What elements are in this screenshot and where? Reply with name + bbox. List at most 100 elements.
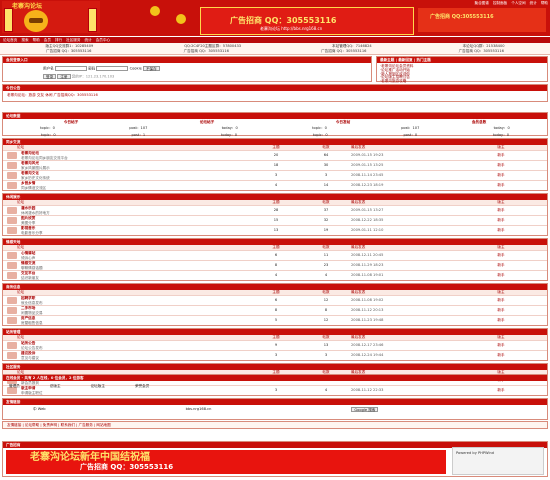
forum-row[interactable]: 影视音乐 电影音乐分享 13 19 2009-01-11 12:10 新手	[3, 225, 547, 235]
announcement-text[interactable]: 老寨沟论坛：旅游 交友 休闲 广告招商QQ：305553116	[3, 91, 547, 99]
forum-desc: 倾诉心声	[21, 255, 36, 260]
forum-icon	[7, 272, 17, 279]
topnav-link[interactable]: 聚合图谱	[475, 1, 489, 6]
moderator[interactable]: 新手	[471, 353, 531, 357]
contact-text: 广告招商 QQ：305553116	[183, 49, 229, 53]
forum-row[interactable]: 老寨沟风光 家乡风景图片展示 18 30 2009-01-15 13:25 新手	[3, 160, 547, 170]
forum-row[interactable]: 灌水乐园 休闲灌水的好地方 28 37 2009-01-15 13:27 新手	[3, 205, 547, 215]
last-post[interactable]: 2008-11-29 18:23	[351, 263, 471, 267]
forum-desc: 家乡历史文化传统	[21, 175, 50, 180]
forum-icon	[7, 207, 17, 214]
moderator[interactable]: 新手	[471, 318, 531, 322]
password-input[interactable]	[96, 66, 129, 71]
topics-box: 最新主题 | 最新回复 | 热门主题 ·老寨沟论坛会员资料 ·论坛推广活动开始 …	[376, 56, 548, 83]
col-topics: 主题	[272, 245, 280, 249]
col-last: 最后发表	[351, 245, 366, 249]
forum-row[interactable]: 二手市场 闲置物品交易 8 8 2008-11-12 20:13 新手	[3, 305, 547, 315]
forum-row[interactable]: 心情驿站 倾诉心声 6 11 2008-12-11 20:45 新手	[3, 250, 547, 260]
link-item[interactable]: 中 Web	[33, 407, 46, 412]
forum-desc: 电影音乐分享	[21, 230, 43, 235]
last-post[interactable]: 2008-11-12 20:13	[351, 308, 471, 312]
contact-bar: 版主QQ交流群1：10285409 QQ:2C4F20主题区群：57800433…	[0, 43, 550, 55]
moderator[interactable]: 新手	[471, 273, 531, 277]
forum-desc: 闲置物品交易	[21, 310, 43, 315]
powered-badge[interactable]: Powered by PHPWind	[452, 447, 544, 475]
contact-row: 广告招商 QQ：305553116 广告招商 QQ：305553116 广告招商…	[0, 49, 550, 53]
last-post[interactable]: 2009-01-11 12:10	[351, 228, 471, 232]
forum-row[interactable]: 房产信息 房屋租售信息 5 12 2008-11-23 19:48 新手	[3, 315, 547, 325]
topnav-link[interactable]: 控制面板	[493, 1, 507, 6]
forum-row[interactable]: 乡音乡情 同乡情谊交流区 4 14 2008-12-23 18:19 新手	[3, 180, 547, 190]
last-post[interactable]: 2009-01-15 13:27	[351, 208, 471, 212]
forum-row[interactable]: 站务公告 论坛公告发布 9 13 2008-12-17 23:46 新手	[3, 340, 547, 350]
forum-row[interactable]: 老寨沟文化 家乡历史文化传统 3 3 2008-11-14 23:45 新手	[3, 170, 547, 180]
stats-value: topic：0	[312, 132, 328, 137]
moderator[interactable]: 新手	[471, 298, 531, 302]
last-post[interactable]: 2008-12-17 23:46	[351, 343, 471, 347]
last-post[interactable]: 2008-11-08 19:01	[351, 273, 471, 277]
forum-row[interactable]: 交友平台 结识新朋友 4 4 2008-11-08 19:01 新手	[3, 270, 547, 280]
topic-count: 18	[273, 163, 279, 168]
forum-icon	[7, 152, 17, 159]
top-ad-text: 广告招商 QQ：305553116	[230, 16, 337, 25]
cookie-select[interactable]: 不保存	[142, 66, 160, 71]
stats-box: 论坛数据 今日帖子 论坛帖子 今日发帖 会员总数 topic：0 post：10…	[2, 112, 548, 137]
last-post[interactable]: 2009-01-15 13:25	[351, 163, 471, 167]
forum-category: 同乡交流 论坛 主题 帖数 最后发表 版主 老寨沟论坛 老寨沟论坛同乡朋友交流平台 20 64 20…	[2, 138, 548, 191]
stats-value: today：0	[221, 126, 238, 131]
last-post[interactable]: 2008-12-23 18:19	[351, 183, 471, 187]
col-mod: 版主	[497, 245, 505, 249]
moderator[interactable]: 新手	[471, 228, 531, 232]
last-post[interactable]: 2009-01-15 19:23	[351, 153, 471, 157]
forum-row[interactable]: 图片欣赏 美图分享 15 32 2008-12-22 18:35 新手	[3, 215, 547, 225]
moderator[interactable]: 新手	[471, 308, 531, 312]
stats-value: topic：0	[312, 126, 327, 131]
forum-row[interactable]: 情感交流 聊聊情感话题 8 23 2008-11-29 18:23 新手	[3, 260, 547, 270]
forum-row[interactable]: 建议投诉 意见与建议 3 3 2008-12-24 19:44 新手	[3, 350, 547, 360]
announcement-box: 今日公告 老寨沟论坛：旅游 交友 休闲 广告招商QQ：305553116	[2, 84, 548, 102]
link-item[interactable]: bbs.nrg168.cn	[186, 407, 212, 412]
moderator[interactable]: 新手	[471, 173, 531, 177]
topnav-link[interactable]: 个人空间	[511, 1, 525, 6]
forum-row[interactable]: 招聘求职 就业信息发布 6 12 2008-11-08 19:02 新手	[3, 295, 547, 305]
moderator[interactable]: 新手	[471, 343, 531, 347]
side-ad-banner[interactable]	[418, 8, 546, 32]
col-last: 最后发表	[351, 145, 366, 149]
last-post[interactable]: 2008-12-22 18:35	[351, 218, 471, 222]
moderator[interactable]: 新手	[471, 208, 531, 212]
topic-link[interactable]: ·老寨沟旅游攻略	[380, 79, 480, 83]
moderator[interactable]: 新手	[471, 218, 531, 222]
moderator[interactable]: 新手	[471, 253, 531, 257]
col-topics: 主题	[272, 290, 280, 294]
stats-value: post：0	[403, 132, 418, 137]
column-header: 论坛 主题 帖数 最后发表 版主	[3, 145, 547, 150]
moderator[interactable]: 新手	[471, 163, 531, 167]
legend-supermod: 总版主	[49, 384, 61, 388]
last-post[interactable]: 2008-12-24 19:44	[351, 353, 471, 357]
username-input[interactable]	[54, 66, 87, 71]
moderator[interactable]: 新手	[471, 153, 531, 157]
last-post[interactable]: 2008-12-11 20:45	[351, 253, 471, 257]
col-forum: 论坛	[17, 145, 25, 149]
couplet-left	[4, 8, 13, 32]
moderator[interactable]: 新手	[471, 183, 531, 187]
forum-row[interactable]: 老寨沟论坛 老寨沟论坛同乡朋友交流平台 20 64 2009-01-15 19:23 新手	[3, 150, 547, 160]
column-header: 论坛 主题 帖数 最后发表 版主	[3, 335, 547, 340]
post-count: 3	[324, 353, 328, 358]
topic-count: 8	[274, 308, 278, 313]
contact-text: 本论坛QQ群：21538400	[462, 44, 505, 48]
topnav-link[interactable]: 统计	[530, 1, 537, 6]
topnav-link[interactable]: 帮助	[541, 1, 548, 6]
last-post[interactable]: 2008-11-23 19:48	[351, 318, 471, 322]
forum-desc: 老寨沟论坛同乡朋友交流平台	[21, 155, 68, 160]
stats-value: today：0	[220, 132, 238, 137]
google-search-button[interactable]: Google 搜索	[351, 407, 379, 412]
login-button[interactable]: 登录	[43, 74, 57, 79]
register-button[interactable]: 注册	[57, 74, 71, 79]
footer-nav-text[interactable]: 友情链接 | 论坛帮助 | 免责声明 | 联系我们 | 广告服务 | 网站地图	[3, 422, 547, 428]
col-topics: 主题	[272, 200, 280, 204]
last-post[interactable]: 2008-11-08 19:02	[351, 298, 471, 302]
forum-icon	[7, 252, 17, 259]
moderator[interactable]: 新手	[471, 263, 531, 267]
last-post[interactable]: 2008-11-14 23:45	[351, 173, 471, 177]
